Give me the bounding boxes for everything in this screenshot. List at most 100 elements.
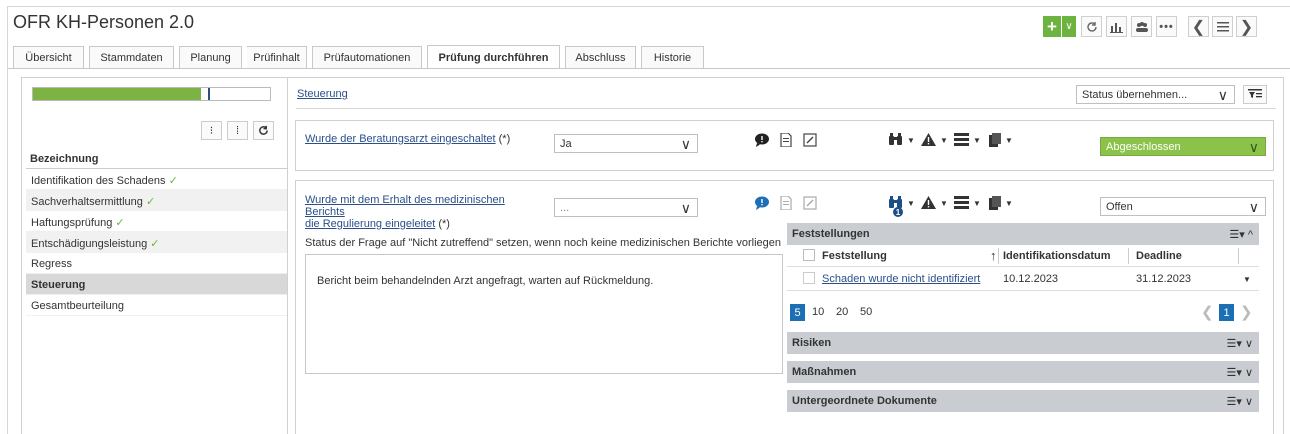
caret-down-icon[interactable]: ▼ <box>907 199 915 208</box>
nav-item-steuerung[interactable]: Steuerung <box>26 274 289 295</box>
column-divider <box>998 248 999 264</box>
question-2-link[interactable]: Wurde mit dem Erhalt des medizinischen B… <box>305 194 505 218</box>
caret-down-icon[interactable]: ▼ <box>907 136 915 145</box>
row-deadline: 31.12.2023 <box>1136 273 1192 285</box>
progress-bar <box>32 87 271 101</box>
refresh-icon[interactable] <box>1081 16 1102 37</box>
caret-down-icon[interactable]: ▼ <box>940 199 948 208</box>
warning-icon[interactable] <box>918 193 939 212</box>
edit-icon[interactable] <box>799 193 820 212</box>
edit-icon[interactable] <box>799 130 820 149</box>
select-value: Abgeschlossen <box>1106 140 1181 153</box>
comment-icon[interactable] <box>751 130 772 149</box>
question-2-link-continued[interactable]: die Regulierung eingeleitet <box>305 218 435 230</box>
column-header-feststellung[interactable]: Feststellung <box>822 250 887 262</box>
section-menu-icon[interactable]: ☰▾ ∨ <box>1227 366 1254 379</box>
row-checkbox[interactable] <box>803 272 815 284</box>
section-menu-icon[interactable]: ☰▾ ∨ <box>1227 395 1254 408</box>
prev-page-icon[interactable]: ❮ <box>1201 303 1214 321</box>
tab-pruefung-durchfuehren[interactable]: Prüfung durchführen <box>427 45 560 69</box>
page-size-10[interactable]: 10 <box>812 306 824 318</box>
nav-item-haftung[interactable]: Haftungsprüfung ✓ <box>26 211 289 232</box>
nav-item-regress[interactable]: Regress <box>26 253 289 274</box>
nav-item-label: Identifikation des Schadens <box>31 175 166 187</box>
column-header-date[interactable]: Identifikationsdatum <box>1003 250 1111 262</box>
caret-down-icon[interactable]: ▼ <box>973 136 981 145</box>
chevron-down-icon: ∨ <box>1248 139 1259 155</box>
reload-icon[interactable] <box>253 121 274 140</box>
document-icon[interactable] <box>775 130 796 149</box>
tab-planung[interactable]: Planung <box>179 46 242 68</box>
list-view-icon[interactable] <box>951 193 972 212</box>
sort-arrow-icon[interactable]: ↑ <box>990 248 997 263</box>
section-title: Untergeordnete Dokumente <box>792 395 937 407</box>
caret-down-icon[interactable]: ▼ <box>973 199 981 208</box>
clipboard-icon[interactable] <box>984 130 1005 149</box>
chevron-down-icon: ∨ <box>680 200 691 216</box>
page-title: OFR KH-Personen 2.0 <box>13 12 195 32</box>
expand-icon[interactable]: ⁝ <box>201 121 222 140</box>
chart-icon[interactable] <box>1106 16 1127 37</box>
table-row[interactable]: Schaden wurde nicht identifiziert 10.12.… <box>787 267 1259 291</box>
tab-uebersicht[interactable]: Übersicht <box>13 46 84 68</box>
previous-icon[interactable]: ❮ <box>1188 16 1209 37</box>
nav-item-identifikation[interactable]: Identifikation des Schadens ✓ <box>26 169 289 190</box>
nav-item-gesamtbeurteilung[interactable]: Gesamtbeurteilung <box>26 295 289 316</box>
status-select-2[interactable]: Offen ∨ <box>1100 197 1266 216</box>
warning-icon[interactable] <box>918 130 939 149</box>
section-title: Maßnahmen <box>792 366 857 378</box>
status-uebernehmen-select[interactable]: Status übernehmen... ∨ <box>1076 85 1235 104</box>
row-menu-icon[interactable]: ▼ <box>1243 275 1251 284</box>
list-view-icon[interactable] <box>951 130 972 149</box>
tab-abschluss[interactable]: Abschluss <box>565 46 636 68</box>
caret-down-icon[interactable]: ▼ <box>1005 199 1013 208</box>
clipboard-icon[interactable] <box>984 193 1005 212</box>
question-1-label: Wurde der Beratungsarzt eingeschaltet (*… <box>305 133 510 145</box>
answer-1-select[interactable]: Ja ∨ <box>554 134 698 153</box>
binoculars-icon[interactable] <box>885 130 906 149</box>
question-2-label: Wurde mit dem Erhalt des medizinischen B… <box>305 194 545 230</box>
breadcrumb[interactable]: Steuerung <box>297 88 348 100</box>
answer-2-select[interactable]: ... ∨ <box>554 198 698 217</box>
comment-icon[interactable] <box>751 193 772 212</box>
caret-down-icon[interactable]: ▼ <box>940 136 948 145</box>
users-icon[interactable] <box>1131 16 1152 37</box>
list-icon[interactable] <box>1212 16 1233 37</box>
nav-item-entschaedigung[interactable]: Entschädigungsleistung ✓ <box>26 232 289 253</box>
nav-item-label: Steuerung <box>31 279 86 291</box>
check-icon: ✓ <box>168 175 178 187</box>
page-size-5[interactable]: 5 <box>790 304 805 321</box>
filter-icon[interactable] <box>1243 85 1267 104</box>
tab-pruefautomationen[interactable]: Prüfautomationen <box>312 46 422 68</box>
status-select-1[interactable]: Abgeschlossen ∨ <box>1100 137 1266 156</box>
section-risiken[interactable]: Risiken ☰▾ ∨ <box>787 332 1259 354</box>
document-icon[interactable] <box>775 193 796 212</box>
tab-pruefinhalt[interactable]: Prüfinhalt <box>247 46 307 68</box>
section-menu-icon[interactable]: ☰▾ ∨ <box>1227 337 1254 350</box>
select-all-checkbox[interactable] <box>803 249 815 261</box>
more-icon[interactable]: ••• <box>1156 16 1177 37</box>
next-page-icon[interactable]: ❯ <box>1240 303 1253 321</box>
count-badge: 1 <box>893 207 903 217</box>
current-page[interactable]: 1 <box>1219 304 1234 321</box>
page-size-20[interactable]: 20 <box>836 306 848 318</box>
column-header-deadline[interactable]: Deadline <box>1136 250 1182 262</box>
progress-marker <box>208 88 211 100</box>
add-button[interactable]: + <box>1043 16 1061 37</box>
tab-stammdaten[interactable]: Stammdaten <box>89 46 174 68</box>
next-icon[interactable]: ❯ <box>1236 16 1257 37</box>
nav-item-sachverhalt[interactable]: Sachverhaltsermittlung ✓ <box>26 190 289 211</box>
question-1-link[interactable]: Wurde der Beratungsarzt eingeschaltet <box>305 133 496 145</box>
comment-textarea[interactable]: Bericht beim behandelnden Arzt angefragt… <box>305 254 783 374</box>
section-untergeordnete-dokumente[interactable]: Untergeordnete Dokumente ☰▾ ∨ <box>787 390 1259 412</box>
add-dropdown-button[interactable]: ∨ <box>1062 16 1076 37</box>
section-massnahmen[interactable]: Maßnahmen ☰▾ ∨ <box>787 361 1259 383</box>
collapse-icon[interactable]: ⁞ <box>227 121 248 140</box>
page-size-50[interactable]: 50 <box>860 306 872 318</box>
tab-historie[interactable]: Historie <box>641 46 704 68</box>
caret-down-icon[interactable]: ▼ <box>1005 136 1013 145</box>
row-feststellung-link[interactable]: Schaden wurde nicht identifiziert <box>822 273 980 285</box>
grid-menu-icon[interactable]: ☰▾ ^ <box>1229 228 1253 241</box>
feststellungen-header[interactable]: Feststellungen ☰▾ ^ <box>787 223 1259 245</box>
select-value: Status übernehmen... <box>1082 88 1188 101</box>
